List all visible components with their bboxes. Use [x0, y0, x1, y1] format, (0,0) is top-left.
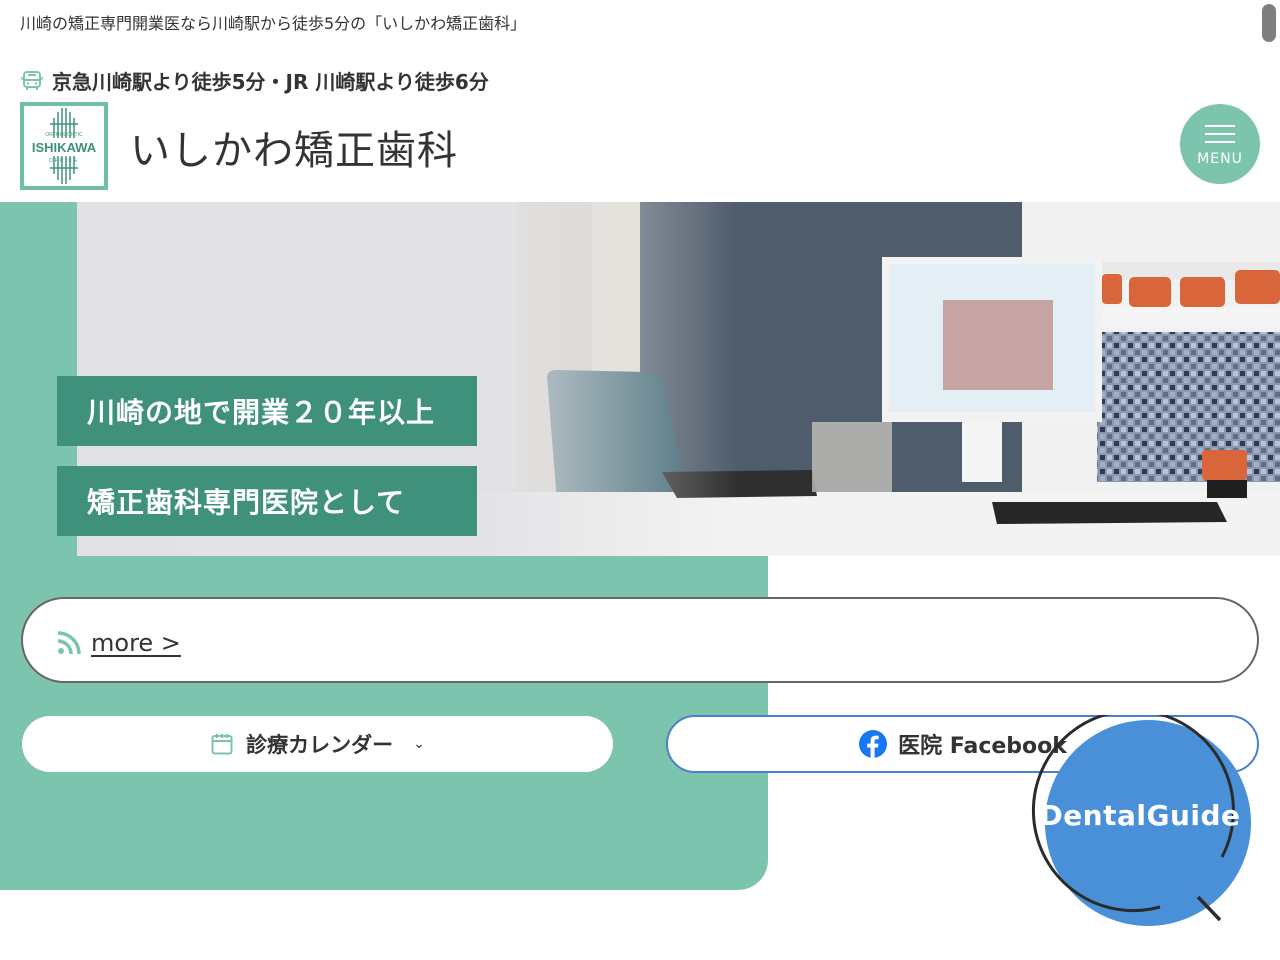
- menu-button[interactable]: MENU: [1180, 104, 1260, 184]
- bus-icon: [21, 70, 43, 90]
- scrollbar-thumb[interactable]: [1262, 4, 1276, 42]
- news-bar: more >: [21, 597, 1259, 683]
- clinic-logo[interactable]: ORTHODONTIC ISHIKAWA OFFICE: [20, 102, 108, 190]
- facebook-icon: [859, 730, 888, 758]
- menu-label: MENU: [1197, 151, 1243, 167]
- chevron-down-icon: ⌄: [413, 736, 425, 752]
- calendar-button[interactable]: 診療カレンダー ⌄: [22, 716, 613, 772]
- access-text: 京急川崎駅より徒歩5分・JR 川崎駅より徒歩6分: [52, 70, 489, 94]
- news-more-link[interactable]: more >: [91, 629, 181, 657]
- site-tagline: 川崎の矯正専門開業医なら川崎駅から徒歩5分の「いしかわ矯正歯科」: [20, 14, 527, 33]
- hero-banner-experience: 川崎の地で開業２０年以上: [57, 376, 477, 446]
- hamburger-icon: [1205, 119, 1235, 149]
- site-title[interactable]: いしかわ矯正歯科: [130, 118, 458, 176]
- hero-banner-specialist: 矯正歯科専門医院として: [57, 466, 477, 536]
- logo-emblem-icon: ORTHODONTIC ISHIKAWA OFFICE: [28, 108, 100, 184]
- calendar-icon: [211, 734, 233, 755]
- svg-text:OFFICE: OFFICE: [49, 158, 79, 164]
- rss-icon: [57, 631, 81, 655]
- access-info: 京急川崎駅より徒歩5分・JR 川崎駅より徒歩6分: [20, 66, 489, 95]
- dental-guide-label: DentalGuide: [1039, 799, 1241, 832]
- calendar-label: 診療カレンダー: [246, 733, 394, 757]
- dental-guide-badge[interactable]: DentalGuide: [1030, 709, 1260, 930]
- svg-text:ORTHODONTIC: ORTHODONTIC: [45, 132, 83, 138]
- svg-text:ISHIKAWA: ISHIKAWA: [32, 140, 97, 155]
- news-more: more >: [55, 629, 181, 657]
